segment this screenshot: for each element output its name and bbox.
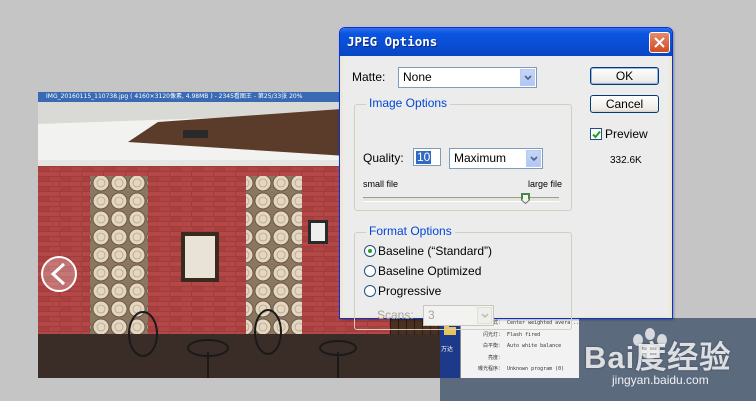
close-icon [654,37,665,48]
baseline-standard-label: Baseline (“Standard”) [378,244,493,258]
baseline-optimized-label: Baseline Optimized [378,264,482,278]
progressive-radio[interactable] [364,285,376,297]
scans-label: Scans: [377,308,414,322]
watermark-brand: Bai度经验 [584,340,732,375]
baseline-optimized-radio[interactable] [364,265,376,277]
quality-preset-select[interactable]: Maximum [449,148,543,169]
exif-row: 曝光程序： Unknown program (0) [477,366,565,372]
exif-row: 白平衡： Auto white balance [482,343,562,349]
matte-select[interactable]: None [398,67,537,88]
quality-input[interactable]: 10 [413,148,441,166]
quality-slider-thumb[interactable] [521,193,531,204]
previous-image-icon[interactable] [41,256,77,292]
chevron-down-icon [526,150,541,167]
dialog-titlebar[interactable]: JPEG Options [340,28,672,56]
preview-label: Preview [605,127,648,141]
folder-label: 万达 [441,346,454,353]
format-options-title: Format Options [366,224,455,238]
cancel-button[interactable]: Cancel [590,95,659,113]
image-options-title: Image Options [366,96,451,110]
dialog-body: Matte: None Image Options Quality: 10 Ma… [343,56,669,330]
chevron-down-icon [477,307,492,324]
exif-row: 闪光灯： Flash fired [482,331,541,338]
progressive-label: Progressive [378,284,442,298]
jpeg-options-dialog: JPEG Options Matte: None Image Options Q… [339,27,673,330]
ok-button[interactable]: OK [590,67,659,85]
dialog-title: JPEG Options [347,34,438,49]
exif-row: 亮度： [487,354,503,361]
watermark-url: jingyan.baidu.com [612,373,709,387]
scans-select[interactable]: 3 [423,305,494,326]
matte-label: Matte: [352,70,386,84]
file-size-readout: 332.6K [610,155,642,166]
checkmark-icon [592,130,601,139]
large-file-label: large file [528,179,563,189]
small-file-label: small file [363,179,399,189]
close-button[interactable] [649,32,670,53]
preview-checkbox[interactable] [590,128,602,140]
quality-label: Quality: [363,151,404,165]
chevron-down-icon [520,69,535,86]
baseline-standard-radio[interactable] [364,245,376,257]
